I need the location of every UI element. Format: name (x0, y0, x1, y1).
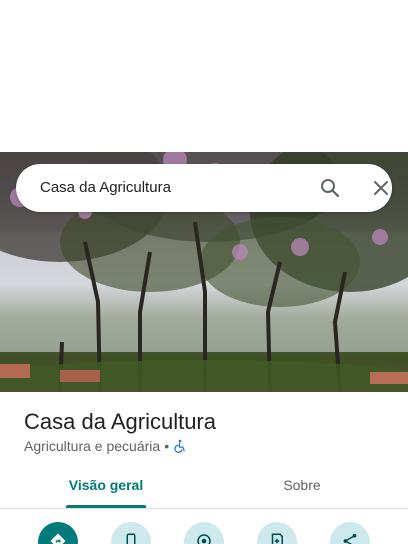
tab-overview[interactable]: Visão geral (54, 470, 158, 508)
share-button[interactable] (330, 522, 370, 544)
tab-about-label: Sobre (283, 477, 321, 493)
call-button[interactable] (111, 522, 151, 544)
close-icon[interactable] (369, 176, 393, 200)
place-subtitle: Agricultura e pecuária • (24, 437, 187, 455)
directions-icon (50, 533, 66, 544)
share-icon (343, 533, 357, 544)
nearby-button[interactable] (184, 522, 224, 544)
divider (0, 508, 408, 509)
tab-bar: Visão geral Sobre (0, 470, 408, 508)
wheelchair-icon (173, 439, 187, 453)
separator: • (164, 438, 170, 454)
action-buttons-row (0, 522, 408, 544)
place-category[interactable]: Agricultura e pecuária (24, 437, 160, 455)
search-icon[interactable] (318, 176, 342, 200)
nearby-icon (197, 534, 211, 544)
search-input[interactable]: Casa da Agricultura (40, 164, 171, 212)
tab-about[interactable]: Sobre (252, 470, 352, 508)
place-title: Casa da Agricultura (24, 409, 216, 434)
save-icon (271, 533, 283, 544)
phone-icon (126, 533, 136, 544)
directions-button[interactable] (38, 522, 78, 544)
blank-header-area (0, 0, 408, 152)
tab-overview-label: Visão geral (68, 477, 144, 493)
save-button[interactable] (257, 522, 297, 544)
search-bar[interactable]: Casa da Agricultura (16, 164, 392, 212)
